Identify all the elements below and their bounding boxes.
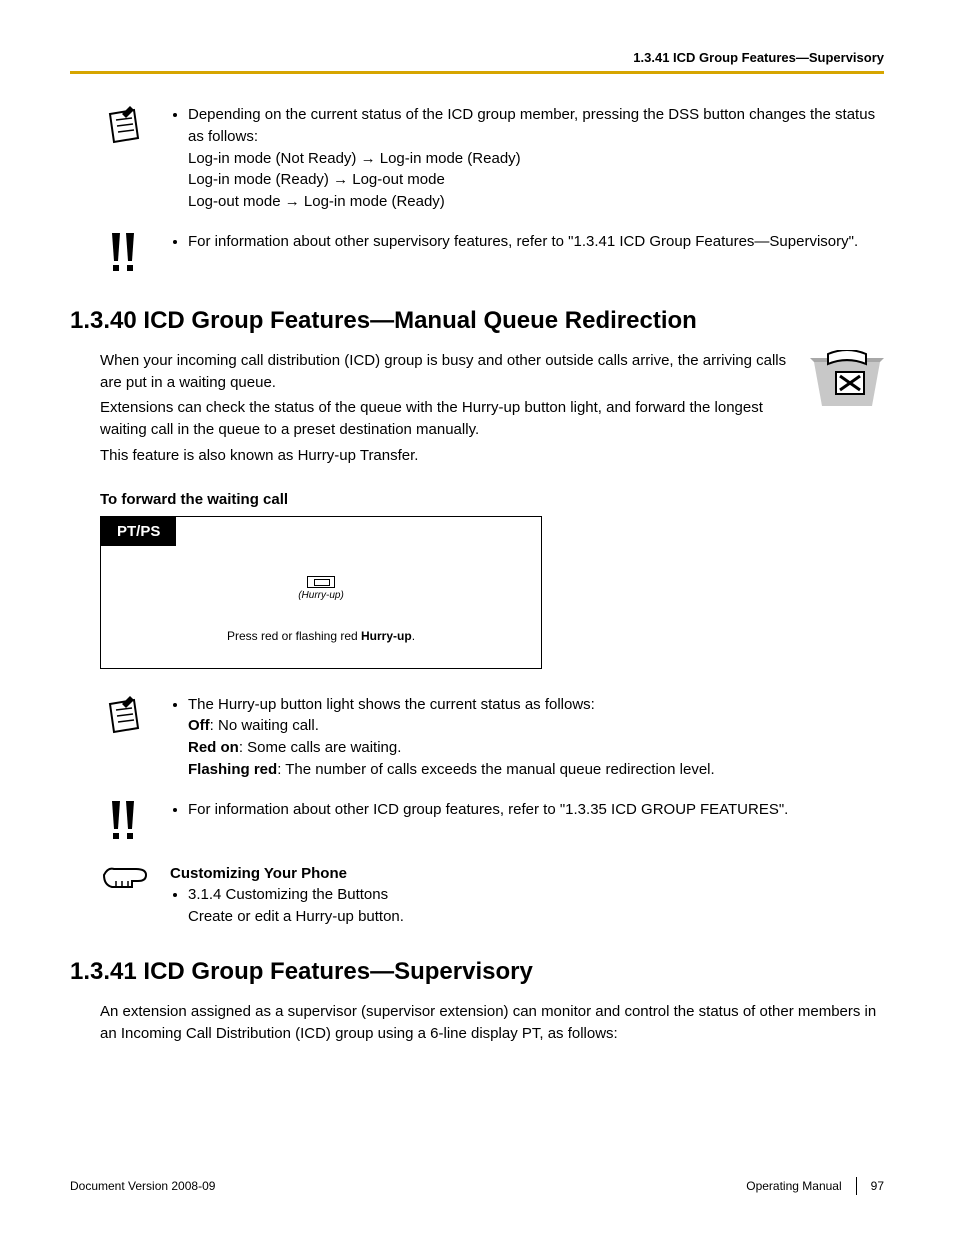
hand-point-icon	[100, 863, 150, 928]
body-text: Extensions can check the status of the q…	[100, 397, 794, 441]
customize-title: Customizing Your Phone	[170, 865, 347, 882]
body-text: When your incoming call distribution (IC…	[100, 350, 794, 394]
procedure-tab: PT/PS	[101, 517, 176, 546]
tip-block: For information about other supervisory …	[100, 231, 884, 277]
exclaim-icon	[100, 799, 150, 845]
note-block: The Hurry-up button light shows the curr…	[100, 694, 884, 781]
running-header: 1.3.41 ICD Group Features—Supervisory	[70, 50, 884, 65]
hurry-up-button-graphic: (Hurry-up)	[298, 576, 344, 601]
tip-text: For information about other ICD group fe…	[188, 799, 884, 821]
footer-page-number: 97	[871, 1179, 884, 1193]
reference-block: Customizing Your Phone 3.1.4 Customizing…	[100, 863, 884, 928]
section-heading-1341: 1.3.41 ICD Group Features—Supervisory	[70, 958, 884, 986]
footer: Document Version 2008-09 Operating Manua…	[70, 1177, 884, 1195]
footer-left: Document Version 2008-09	[70, 1179, 746, 1193]
section-heading-1340: 1.3.40 ICD Group Features—Manual Queue R…	[70, 307, 884, 335]
note-text: Depending on the current status of the I…	[188, 106, 875, 145]
header-rule	[70, 71, 884, 74]
notepad-icon	[100, 104, 150, 213]
notepad-icon	[100, 694, 150, 781]
procedure-caption: Press red or flashing red Hurry-up.	[121, 629, 521, 643]
phone-x-icon	[810, 350, 884, 414]
tip-block: For information about other ICD group fe…	[100, 799, 884, 845]
note-block: Depending on the current status of the I…	[100, 104, 884, 213]
note-line: Log-in mode (Not Ready) → Log-in mode (R…	[188, 150, 521, 167]
note-text: The Hurry-up button light shows the curr…	[188, 696, 595, 713]
page: 1.3.41 ICD Group Features—Supervisory De…	[0, 0, 954, 1235]
body-text: This feature is also known as Hurry-up T…	[100, 445, 794, 467]
note-line: Log-out mode → Log-in mode (Ready)	[188, 193, 445, 210]
body-text: An extension assigned as a supervisor (s…	[100, 1001, 884, 1045]
tip-text: For information about other supervisory …	[188, 231, 884, 253]
exclaim-icon	[100, 231, 150, 277]
procedure-box: PT/PS (Hurry-up) Press red or flashing r…	[100, 516, 542, 669]
note-line: Log-in mode (Ready) → Log-out mode	[188, 171, 445, 188]
customize-desc: Create or edit a Hurry-up button.	[188, 908, 404, 925]
customize-ref: 3.1.4 Customizing the Buttons	[188, 886, 388, 903]
subheading: To forward the waiting call	[100, 491, 884, 508]
footer-doc-type: Operating Manual	[746, 1179, 841, 1193]
